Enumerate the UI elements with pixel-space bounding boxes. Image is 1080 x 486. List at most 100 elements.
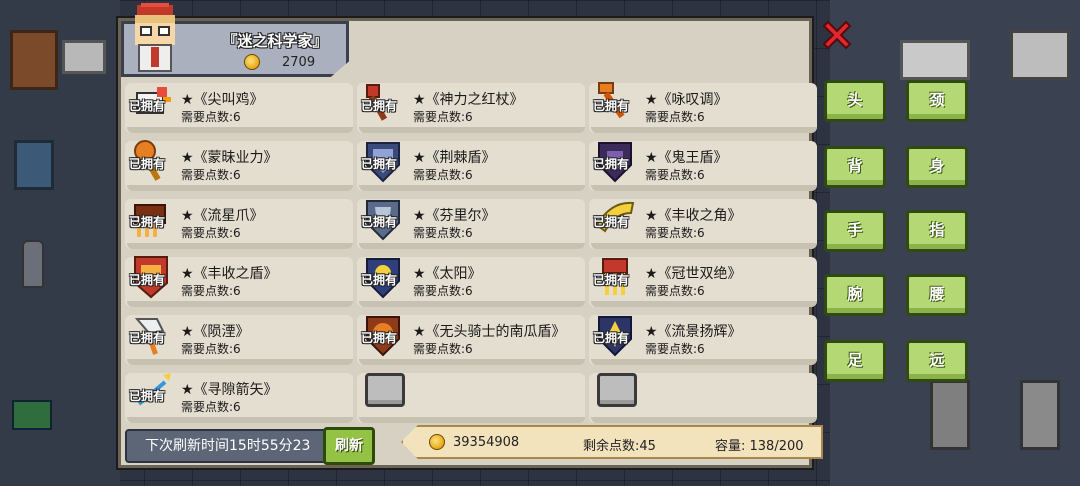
item-cost: 需要点数:6 — [181, 110, 241, 124]
owned-tag: 已拥有 — [129, 157, 166, 171]
item-card[interactable]: 已拥有 ★《丰收之角》 需要点数:6 — [589, 199, 817, 249]
item-cost: 需要点数:6 — [181, 400, 241, 414]
item-name: ★《神力之红杖》 — [413, 92, 524, 108]
close-icon[interactable] — [820, 18, 854, 52]
slot-button-ranged[interactable]: 远 — [906, 340, 968, 382]
item-name: ★《冠世双绝》 — [645, 266, 742, 282]
coin-icon — [244, 54, 260, 70]
owned-tag: 已拥有 — [593, 99, 630, 113]
refresh-button[interactable]: 刷新 — [323, 427, 375, 465]
owned-tag: 已拥有 — [593, 157, 630, 171]
item-cost: 需要点数:6 — [413, 168, 473, 182]
item-card[interactable]: 已拥有 ★《无头骑士的南瓜盾》 需要点数:6 — [357, 315, 585, 365]
background-wall-panel — [1010, 30, 1070, 80]
item-card[interactable]: 已拥有 ★《寻隙箭矢》 需要点数:6 — [125, 373, 353, 423]
item-name: ★《尖叫鸡》 — [181, 92, 264, 108]
item-cost: 需要点数:6 — [413, 342, 473, 356]
owned-tag: 已拥有 — [361, 331, 398, 345]
owned-tag: 已拥有 — [361, 273, 398, 287]
item-card[interactable]: 已拥有 ★《咏叹调》 需要点数:6 — [589, 82, 817, 133]
item-cost: 需要点数:6 — [181, 284, 241, 298]
item-cost: 需要点数:6 — [181, 342, 241, 356]
item-card[interactable]: 已拥有 ★《太阳》 需要点数:6 — [357, 257, 585, 307]
refresh-timer: 下次刷新时间15时55分23 — [125, 429, 335, 463]
total-coins: 39354908 — [453, 435, 520, 450]
item-name: ★《芬里尔》 — [413, 208, 496, 224]
slot-button-hand[interactable]: 手 — [824, 210, 886, 252]
item-card[interactable]: 已拥有 ★《丰收之盾》 需要点数:6 — [125, 256, 353, 307]
item-card[interactable]: 已拥有 ★《荆棘盾》 需要点数:6 — [357, 141, 585, 191]
item-name: ★《寻隙箭矢》 — [181, 382, 278, 398]
item-card[interactable]: 已拥有 ★《流星爪》 需要点数:6 — [125, 199, 353, 249]
background-chair — [14, 140, 54, 190]
item-cost: 需要点数:6 — [645, 284, 705, 298]
owned-tag: 已拥有 — [361, 215, 398, 229]
slot-button-waist[interactable]: 腰 — [906, 274, 968, 316]
item-cost: 需要点数:6 — [645, 110, 705, 124]
item-cost: 需要点数:6 — [413, 284, 473, 298]
item-cost: 需要点数:6 — [645, 342, 705, 356]
item-name: ★《流星爪》 — [181, 208, 264, 224]
item-card[interactable]: 已拥有 ★《鬼王盾》 需要点数:6 — [589, 141, 817, 191]
item-cost: 需要点数:6 — [645, 168, 705, 182]
owned-tag: 已拥有 — [129, 389, 166, 403]
shop-panel: 『迷之科学家』 2709 已拥有 ★《尖叫鸡》 需要点数:6 已拥有 ★《神力之… — [118, 3, 823, 468]
slot-button-neck[interactable]: 颈 — [906, 80, 968, 122]
owned-tag: 已拥有 — [361, 99, 398, 113]
empty-item-slot — [357, 373, 585, 423]
item-name: ★《鬼王盾》 — [645, 150, 728, 166]
item-name: ★《无头骑士的南瓜盾》 — [413, 324, 566, 340]
item-name: ★《丰收之角》 — [645, 208, 742, 224]
slot-button-finger[interactable]: 指 — [906, 210, 968, 252]
item-card[interactable]: 已拥有 ★《芬里尔》 需要点数:6 — [357, 199, 585, 249]
owned-tag: 已拥有 — [593, 215, 630, 229]
background-machine — [900, 40, 970, 80]
item-card[interactable]: 已拥有 ★《陨湮》 需要点数:6 — [125, 315, 353, 365]
item-name: ★《陨湮》 — [181, 324, 250, 340]
item-name: ★《太阳》 — [413, 266, 482, 282]
status-bar: 39354908 剩余点数:45 容量: 138/200 — [401, 425, 823, 459]
item-card[interactable]: 已拥有 ★《神力之红杖》 需要点数:6 — [357, 83, 585, 133]
slot-button-back[interactable]: 背 — [824, 146, 886, 188]
item-name: ★《咏叹调》 — [645, 92, 728, 108]
slot-button-wrist[interactable]: 腕 — [824, 274, 886, 316]
coin-balance: 2709 — [244, 54, 315, 70]
owned-tag: 已拥有 — [593, 331, 630, 345]
background-locker — [930, 380, 970, 450]
item-name: ★《蒙昧业力》 — [181, 150, 278, 166]
coin-icon — [429, 434, 445, 450]
background-shelf — [10, 30, 58, 90]
item-name: ★《丰收之盾》 — [181, 266, 278, 282]
owned-tag: 已拥有 — [361, 157, 398, 171]
item-card[interactable]: 已拥有 ★《尖叫鸡》 需要点数:6 — [125, 83, 353, 133]
slot-button-head[interactable]: 头 — [824, 80, 886, 122]
item-card[interactable]: 已拥有 ★《流景扬辉》 需要点数:6 — [589, 315, 817, 365]
item-cost: 需要点数:6 — [181, 168, 241, 182]
background-vase — [22, 240, 44, 288]
background-locker-2 — [1020, 380, 1060, 450]
owned-tag: 已拥有 — [129, 215, 166, 229]
scientist-avatar-icon — [135, 3, 175, 72]
item-cost: 需要点数:6 — [645, 226, 705, 240]
empty-item-slot — [589, 373, 817, 423]
item-card[interactable]: 已拥有 ★《蒙昧业力》 需要点数:6 — [125, 140, 353, 191]
slot-button-foot[interactable]: 足 — [824, 340, 886, 382]
remaining-points: 剩余点数:45 — [583, 439, 656, 454]
capacity: 容量: 138/200 — [715, 439, 804, 454]
item-card[interactable]: 已拥有 ★《冠世双绝》 需要点数:6 — [589, 257, 817, 307]
item-cost: 需要点数:6 — [413, 110, 473, 124]
owned-tag: 已拥有 — [593, 273, 630, 287]
item-cost: 需要点数:6 — [181, 226, 241, 240]
owned-tag: 已拥有 — [129, 331, 166, 345]
background-board — [12, 400, 52, 430]
owned-tag: 已拥有 — [129, 99, 166, 113]
item-cost: 需要点数:6 — [413, 226, 473, 240]
owned-tag: 已拥有 — [129, 273, 166, 287]
item-name: ★《荆棘盾》 — [413, 150, 496, 166]
shop-title: 『迷之科学家』 — [222, 32, 328, 50]
background-device — [62, 40, 106, 74]
empty-slot-icon — [365, 373, 405, 407]
item-name: ★《流景扬辉》 — [645, 324, 742, 340]
coin-value: 2709 — [282, 54, 316, 70]
slot-button-body[interactable]: 身 — [906, 146, 968, 188]
